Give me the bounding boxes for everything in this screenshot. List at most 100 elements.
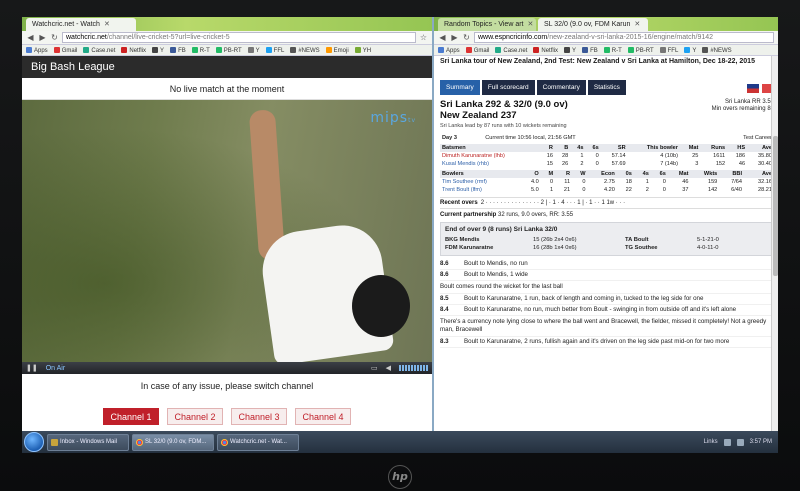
end-of-over-cell: 4-0-11-0 xyxy=(697,245,719,251)
bookmark-item[interactable]: Case.net xyxy=(83,46,115,54)
close-icon[interactable]: ✕ xyxy=(104,21,110,28)
bookmark-item[interactable]: Apps xyxy=(26,46,48,54)
close-icon[interactable]: ✕ xyxy=(528,21,534,28)
bookmark-item[interactable]: Y xyxy=(247,46,260,54)
reload-icon[interactable]: ↻ xyxy=(50,33,59,42)
channel-3-button[interactable]: Channel 3 xyxy=(231,408,287,425)
fullscreen-icon[interactable]: ▭ xyxy=(371,364,378,372)
bookmark-item[interactable]: FB xyxy=(582,46,598,54)
forward-icon[interactable]: ▶ xyxy=(38,33,47,42)
bookmark-item[interactable]: FFL xyxy=(265,46,284,54)
batsman-name[interactable]: Kusal Mendis (rhb) xyxy=(440,160,540,168)
bookmark-icon xyxy=(684,46,691,53)
bookmark-item[interactable]: FFL xyxy=(659,46,678,54)
bookmark-item[interactable]: R-T xyxy=(191,46,210,54)
back-icon[interactable]: ◀ xyxy=(438,33,447,42)
partnership: Current partnership 32 runs, 9.0 overs, … xyxy=(440,212,774,218)
tab-statistics[interactable]: Statistics xyxy=(587,80,626,95)
table-header: HS xyxy=(737,145,746,151)
recent-overs: Recent overs 2 · · · · · · · · · · · · ·… xyxy=(440,197,774,209)
bookmark-item[interactable]: Netflix xyxy=(533,46,558,54)
bookmark-item[interactable]: Gmail xyxy=(53,46,77,54)
video-player[interactable]: mipstv xyxy=(22,100,432,362)
bookmark-icon xyxy=(325,46,332,53)
bookmark-item[interactable]: Y xyxy=(152,46,164,54)
bowler-name[interactable]: Tim Southee (rmf) xyxy=(440,178,521,186)
clock[interactable]: 3:57 PM xyxy=(750,439,772,445)
bookmark-item[interactable]: PB-RT xyxy=(215,46,242,54)
bookmark-item[interactable]: FB xyxy=(170,46,186,54)
end-of-over-title: End of over 9 (8 runs) Sri Lanka 32/0 xyxy=(445,226,558,233)
bookmark-item[interactable]: Gmail xyxy=(465,46,489,54)
bookmark-item[interactable]: Y xyxy=(564,46,576,54)
channel-4-button[interactable]: Channel 4 xyxy=(295,408,351,425)
tab-strip: Random Topics - View art ✕ SL 32/0 (9.0 o… xyxy=(434,17,778,31)
tab-full-scorecard[interactable]: Full scorecard xyxy=(481,80,535,95)
links-toolbar[interactable]: Links xyxy=(704,439,718,445)
forward-icon[interactable]: ▶ xyxy=(450,33,459,42)
table-cell: 16 xyxy=(546,153,553,159)
tab-random-topics[interactable]: Random Topics - View art ✕ xyxy=(438,18,536,31)
tab-summary[interactable]: Summary xyxy=(440,80,480,95)
bookmark-item[interactable]: #NEWS xyxy=(702,46,732,54)
bookmark-item[interactable]: R-T xyxy=(603,46,622,54)
bookmark-item[interactable]: PB-RT xyxy=(627,46,654,54)
hp-logo: hp xyxy=(388,465,412,489)
volume-icon[interactable] xyxy=(736,438,744,446)
url-field[interactable]: watchcric.net/channel/live-cricket-5?url… xyxy=(62,32,416,43)
bookmark-item[interactable]: Apps xyxy=(438,46,460,54)
bookmark-icon xyxy=(582,46,589,53)
bookmark-icon xyxy=(152,46,159,53)
table-header: Mat xyxy=(688,145,699,151)
bookmark-item[interactable]: #NEWS xyxy=(290,46,320,54)
taskbar-item-cricinfo[interactable]: SL 32/0 (9.0 ov, FDM... xyxy=(132,433,214,451)
table-cell: 11 xyxy=(564,179,571,185)
batsman-name[interactable]: Dimuth Karunaratne (lhb) xyxy=(440,152,540,160)
bookmark-item[interactable]: Y xyxy=(684,46,696,54)
channel-1-button[interactable]: Channel 1 xyxy=(103,408,159,425)
volume-icon[interactable]: ◀ xyxy=(386,364,391,372)
table-header: Bowlers xyxy=(442,171,464,177)
tab-strip: Watchcric.net - Watch ✕ xyxy=(22,17,432,31)
table-header: Wkts xyxy=(703,171,718,177)
table-header: B xyxy=(564,145,569,151)
close-icon[interactable]: ✕ xyxy=(634,21,640,28)
browser-window-watchcric: Watchcric.net - Watch ✕ ◀ ▶ ↻ watchcric.n… xyxy=(22,17,432,431)
monitor-bezel: Watchcric.net - Watch ✕ ◀ ▶ ↻ watchcric.n… xyxy=(0,0,800,491)
table-cell: 2 xyxy=(580,161,584,167)
bookmark-item[interactable]: YH xyxy=(354,46,371,54)
back-icon[interactable]: ◀ xyxy=(26,33,35,42)
tab-commentary[interactable]: Commentary xyxy=(536,80,586,95)
table-cell: 25 xyxy=(692,153,699,159)
tab-watchcric[interactable]: Watchcric.net - Watch ✕ xyxy=(26,18,136,31)
table-cell: 0 xyxy=(595,153,599,159)
end-of-over-row: BKG Mendis 15 (26b 2x4 0x6) TA Boult 5-1-21… xyxy=(445,236,769,244)
taskbar-item-watchcric[interactable]: Watchcric.net - Wat... xyxy=(217,433,299,451)
tab-cricinfo[interactable]: SL 32/0 (9.0 ov, FDM Karun ✕ xyxy=(538,18,648,31)
scrollbar-thumb[interactable] xyxy=(773,136,778,276)
url-field[interactable]: www.espncricinfo.com/new-zealand-v-sri-l… xyxy=(474,32,774,43)
table-cell: 7 (14b) xyxy=(660,161,678,167)
vertical-scrollbar[interactable] xyxy=(771,56,778,431)
star-icon[interactable]: ☆ xyxy=(419,33,428,42)
end-of-over-cell: 15 (26b 2x4 0x6) xyxy=(533,237,577,243)
bookmark-item[interactable]: Netflix xyxy=(121,46,146,54)
bookmark-icon xyxy=(495,46,502,53)
table-cell: 1 xyxy=(645,179,649,185)
channel-2-button[interactable]: Channel 2 xyxy=(167,408,223,425)
commentary-ball: 8.4 Boult to Karunaratne, no run, much be… xyxy=(440,305,774,316)
reload-icon[interactable]: ↻ xyxy=(462,33,471,42)
network-icon[interactable] xyxy=(723,438,731,446)
bookmark-item[interactable]: Emoji xyxy=(325,46,349,54)
table-cell: 0 xyxy=(582,179,586,185)
bowler-name[interactable]: Trent Boult (lfm) xyxy=(440,186,521,194)
start-button[interactable] xyxy=(24,432,44,452)
bookmark-item[interactable]: Case.net xyxy=(495,46,527,54)
pause-icon[interactable]: ❚❚ xyxy=(26,364,38,372)
taskbar-item-mail[interactable]: Inbox - Windows Mail xyxy=(47,433,129,451)
volume-slider[interactable] xyxy=(399,365,428,371)
end-of-over-box: End of over 9 (8 runs) Sri Lanka 32/0 BK… xyxy=(440,222,774,256)
table-cell: 15 xyxy=(546,161,553,167)
bookmark-icon xyxy=(83,46,90,53)
commentary-ball: 8.6 Boult to Mendis, 1 wide xyxy=(440,270,774,281)
